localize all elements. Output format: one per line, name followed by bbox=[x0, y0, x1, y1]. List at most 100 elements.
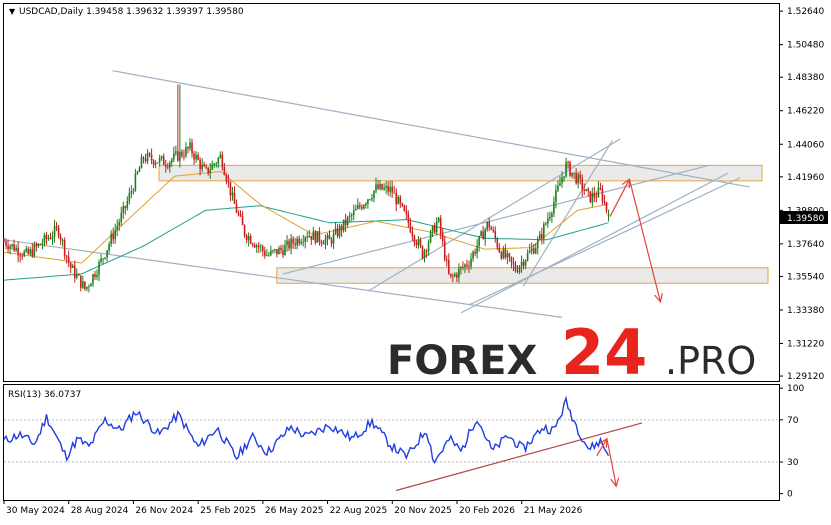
candle-body bbox=[421, 246, 424, 259]
x-tick-label: 20 Feb 2026 bbox=[459, 506, 515, 516]
candle-body bbox=[328, 235, 331, 240]
candle-body bbox=[96, 274, 98, 278]
candle-body bbox=[581, 178, 584, 190]
candle-body bbox=[253, 244, 256, 248]
candle-body bbox=[211, 164, 214, 170]
candle-body bbox=[118, 222, 121, 227]
candle-body bbox=[304, 237, 307, 242]
candle-body bbox=[506, 253, 509, 258]
candle-body bbox=[567, 162, 569, 164]
candle-body bbox=[215, 163, 218, 165]
candle-body bbox=[270, 250, 272, 255]
candle-body bbox=[25, 248, 28, 252]
candle-body bbox=[429, 231, 432, 243]
candle-body bbox=[181, 151, 183, 156]
candle-body bbox=[326, 235, 329, 240]
candle-body bbox=[241, 216, 244, 226]
candle-body bbox=[207, 167, 209, 174]
candle-body bbox=[381, 183, 383, 190]
candle-body bbox=[591, 192, 594, 203]
candle-body bbox=[255, 245, 258, 248]
candle-body bbox=[441, 233, 444, 241]
candle-body bbox=[51, 236, 54, 239]
candle-body bbox=[504, 249, 507, 258]
candle-body bbox=[104, 257, 106, 259]
candle-body bbox=[559, 183, 561, 186]
candle-body bbox=[340, 226, 343, 231]
candle-body bbox=[142, 157, 145, 159]
candle-body bbox=[585, 189, 588, 192]
candle-body bbox=[3, 241, 5, 243]
x-tick-label: 30 May 2024 bbox=[6, 506, 65, 516]
candle-body bbox=[102, 258, 104, 260]
candle-body bbox=[466, 264, 468, 267]
candle-body bbox=[223, 167, 226, 175]
candle-body bbox=[605, 202, 608, 211]
candle-body bbox=[201, 164, 203, 169]
candle-body bbox=[219, 154, 222, 159]
candle-body bbox=[185, 147, 187, 157]
candle-body bbox=[191, 142, 193, 154]
candle-body bbox=[342, 219, 345, 231]
rsi-tick-label: 70 bbox=[787, 416, 799, 426]
candle-body bbox=[587, 189, 590, 192]
candle-body bbox=[49, 237, 52, 239]
candle-body bbox=[435, 221, 438, 233]
candle-body bbox=[21, 255, 23, 257]
candle-body bbox=[508, 253, 511, 257]
candle-body bbox=[520, 261, 523, 267]
price-tick-label: 1.52640 bbox=[787, 7, 824, 17]
candle-body bbox=[55, 226, 58, 228]
candle-body bbox=[401, 203, 404, 206]
candle-body bbox=[274, 249, 276, 251]
candle-body bbox=[528, 250, 531, 253]
candle-body bbox=[318, 231, 321, 242]
candle-body bbox=[134, 173, 137, 191]
candle-body bbox=[516, 271, 519, 272]
x-tick-label: 20 Nov 2025 bbox=[394, 506, 452, 516]
candle-body bbox=[425, 250, 428, 252]
candle-body bbox=[599, 187, 602, 189]
candle-body bbox=[294, 243, 296, 246]
candle-body bbox=[502, 249, 505, 259]
candle-body bbox=[61, 240, 64, 241]
candle-body bbox=[322, 243, 325, 245]
price-tick-label: 1.37640 bbox=[787, 240, 824, 250]
candle-body bbox=[417, 239, 420, 246]
candle-body bbox=[300, 242, 302, 244]
candle-body bbox=[128, 193, 131, 201]
candle-body bbox=[464, 264, 466, 268]
candle-body bbox=[561, 177, 563, 184]
candle-body bbox=[63, 240, 66, 256]
candle-body bbox=[45, 235, 48, 240]
candle-body bbox=[243, 225, 246, 236]
candle-body bbox=[365, 203, 367, 206]
candle-body bbox=[286, 240, 288, 246]
candle-body bbox=[217, 158, 220, 164]
forex-chart: FOREX 24 .PRO ▼ USDCAD,Daily 1.39458 1.3… bbox=[3, 3, 828, 516]
candle-body bbox=[350, 215, 353, 216]
candle-body bbox=[189, 142, 191, 149]
candle-body bbox=[551, 213, 553, 217]
candle-body bbox=[78, 274, 80, 276]
rsi-tick-label: 100 bbox=[787, 384, 804, 394]
x-tick-label: 22 Aug 2025 bbox=[330, 506, 388, 516]
candle-body bbox=[213, 163, 216, 165]
header-dropdown-icon[interactable]: ▼ bbox=[9, 7, 16, 16]
candle-body bbox=[59, 235, 62, 241]
candle-body bbox=[510, 256, 513, 263]
candle-body bbox=[84, 281, 86, 289]
candle-body bbox=[146, 153, 149, 162]
candle-body bbox=[94, 274, 96, 278]
candle-body bbox=[540, 234, 543, 239]
candle-body bbox=[86, 286, 88, 289]
candle-body bbox=[514, 264, 517, 272]
candle-body bbox=[359, 205, 361, 207]
candle-body bbox=[144, 158, 147, 162]
candle-body bbox=[195, 154, 197, 160]
candle-body bbox=[361, 206, 363, 209]
candle-body bbox=[5, 241, 7, 246]
candle-body bbox=[233, 192, 236, 204]
candle-body bbox=[183, 155, 185, 157]
x-tick-label: 28 Aug 2024 bbox=[71, 506, 129, 516]
